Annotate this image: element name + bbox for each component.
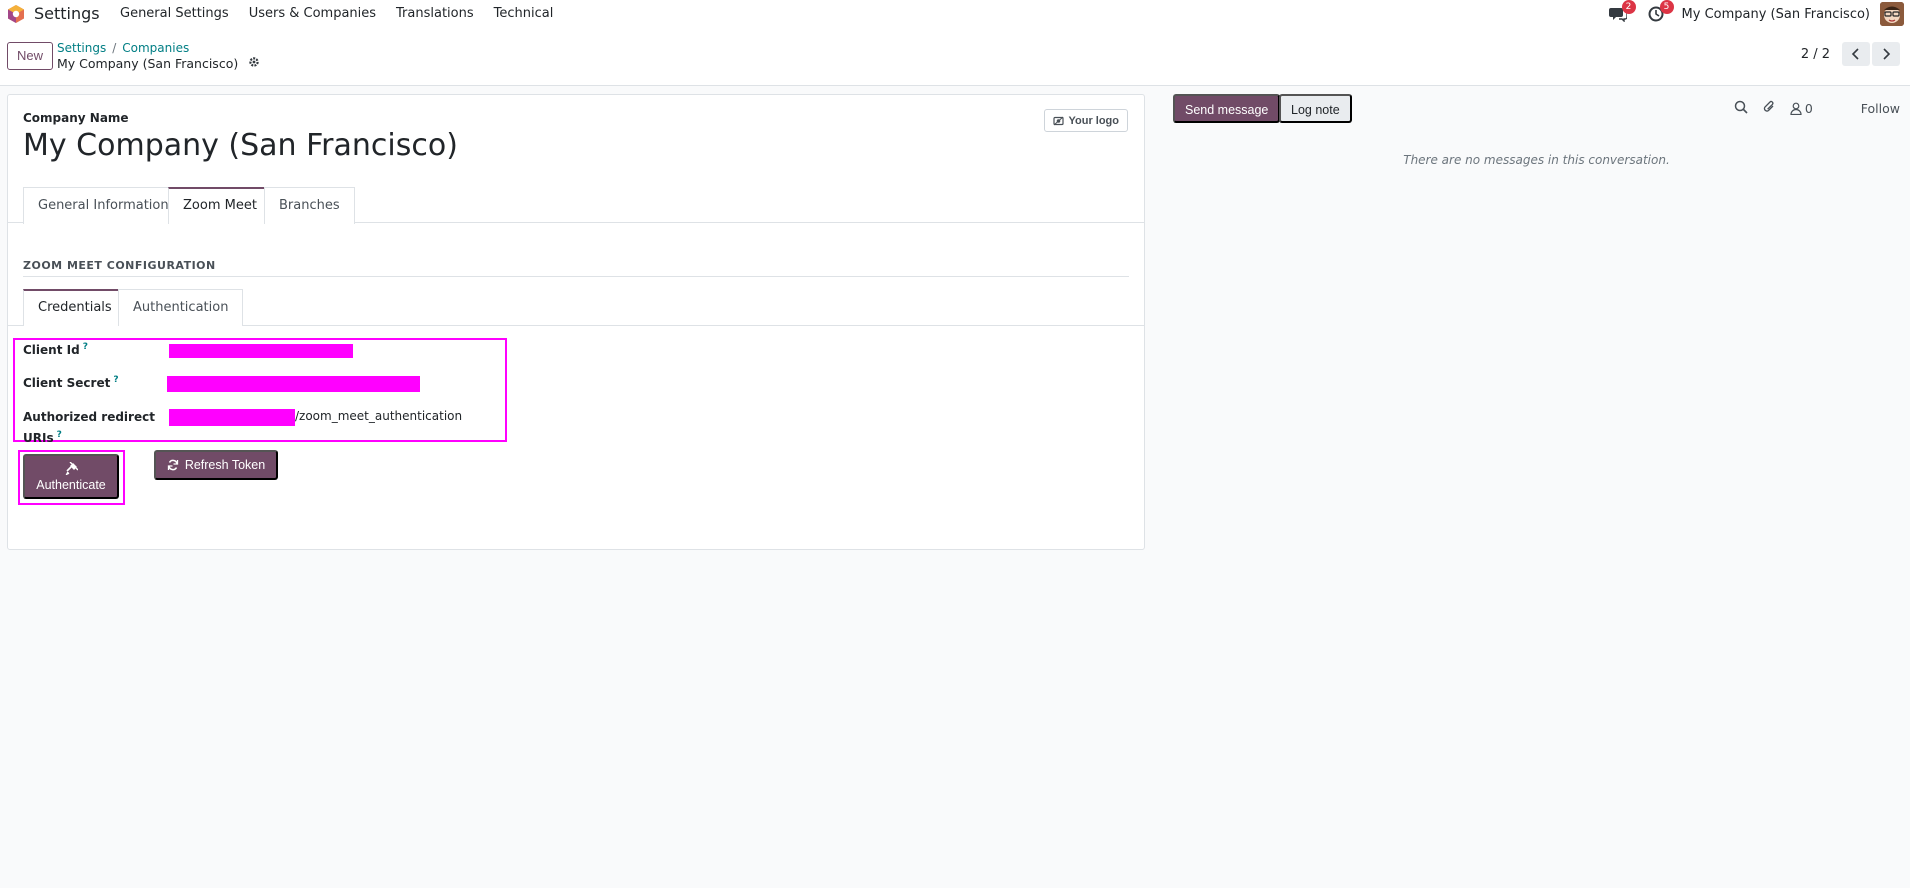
form-sheet: Company Name My Company (San Francisco) …	[7, 94, 1145, 550]
followers-count: 0	[1804, 101, 1813, 116]
client-secret-input[interactable]	[167, 376, 420, 392]
client-secret-label: Client Secret?	[23, 375, 119, 390]
followers-counter[interactable]: 0	[1790, 101, 1813, 116]
send-message-button[interactable]: Send message	[1173, 94, 1281, 123]
user-avatar[interactable]	[1880, 2, 1904, 26]
pager-previous-button[interactable]	[1842, 42, 1870, 66]
paperclip-icon[interactable]	[1762, 100, 1776, 117]
your-logo-label: Your logo	[1068, 114, 1119, 127]
tab-credentials[interactable]: Credentials	[23, 289, 127, 326]
company-name-input[interactable]: My Company (San Francisco)	[23, 128, 458, 163]
menu-users-companies[interactable]: Users & Companies	[239, 0, 386, 28]
follow-button[interactable]: Follow	[1861, 101, 1900, 116]
main-menu: General Settings Users & Companies Trans…	[110, 0, 563, 28]
redirect-uris-help[interactable]: ?	[57, 430, 62, 440]
authenticate-button[interactable]: Authenticate	[23, 454, 119, 499]
authenticate-label: Authenticate	[36, 477, 106, 492]
redirect-uris-label: Authorized redirect URIs?	[23, 408, 155, 447]
your-logo-button[interactable]: Your logo	[1044, 109, 1128, 132]
breadcrumb-companies[interactable]: Companies	[122, 41, 189, 55]
client-id-help[interactable]: ?	[83, 342, 88, 352]
app-name[interactable]: Settings	[34, 4, 100, 23]
refresh-token-label: Refresh Token	[184, 458, 266, 472]
notebook-tabs: General Information Zoom Meet Branches	[8, 187, 1144, 224]
odoo-logo-icon[interactable]	[6, 4, 26, 24]
new-button[interactable]: New	[7, 42, 54, 70]
client-id-input[interactable]	[169, 344, 353, 358]
credentials-subtabs: Credentials Authentication	[8, 289, 1144, 326]
activities-clock-icon[interactable]: 5	[1644, 0, 1674, 24]
gear-icon[interactable]	[248, 56, 260, 71]
menu-technical[interactable]: Technical	[484, 0, 564, 28]
search-icon[interactable]	[1734, 100, 1748, 117]
company-name-label: Company Name	[23, 111, 129, 125]
pager-value[interactable]: 2 / 2	[1801, 47, 1830, 62]
chatter-toolbar: 0 Follow	[1734, 100, 1900, 117]
messages-badge: 2	[1621, 0, 1636, 14]
client-id-label-text: Client Id	[23, 343, 80, 357]
activities-badge: 5	[1659, 0, 1674, 14]
breadcrumb-settings[interactable]: Settings	[57, 41, 106, 55]
redirect-uris-label-line2: URIs	[23, 431, 54, 445]
chevron-right-icon	[1883, 48, 1891, 60]
redirect-uri-host	[169, 409, 295, 426]
no-image-icon	[1053, 116, 1065, 125]
redirect-uris-label-line1: Authorized redirect	[23, 410, 155, 424]
plug-icon	[65, 461, 78, 475]
no-messages-text: There are no messages in this conversati…	[1403, 153, 1670, 167]
section-divider	[23, 276, 1129, 277]
breadcrumb: Settings / Companies	[57, 41, 189, 55]
tab-general-information[interactable]: General Information	[23, 187, 184, 224]
section-title: ZOOM MEET CONFIGURATION	[23, 259, 216, 272]
company-switcher[interactable]: My Company (San Francisco)	[1682, 7, 1870, 22]
log-note-button[interactable]: Log note	[1279, 94, 1352, 123]
record-title-text: My Company (San Francisco)	[57, 56, 239, 71]
pager: 2 / 2	[1801, 42, 1900, 66]
refresh-token-button[interactable]: Refresh Token	[154, 450, 278, 480]
menu-general-settings[interactable]: General Settings	[110, 0, 239, 28]
top-navbar: Settings General Settings Users & Compan…	[0, 0, 1910, 28]
client-id-label: Client Id?	[23, 342, 88, 357]
chevron-left-icon	[1851, 48, 1859, 60]
record-title: My Company (San Francisco)	[57, 56, 260, 71]
tab-branches[interactable]: Branches	[264, 187, 355, 224]
redirect-uri-path: /zoom_meet_authentication	[295, 409, 463, 423]
navbar-systray: 2 5 My Company (San Francisco)	[1606, 0, 1910, 28]
refresh-icon	[167, 459, 178, 471]
tab-authentication[interactable]: Authentication	[118, 289, 244, 326]
tab-zoom-meet[interactable]: Zoom Meet	[168, 187, 272, 224]
pager-next-button[interactable]	[1872, 42, 1900, 66]
client-secret-help[interactable]: ?	[113, 375, 118, 385]
control-panel: New Settings / Companies My Company (San…	[0, 28, 1910, 86]
breadcrumb-separator: /	[112, 41, 117, 55]
messages-icon[interactable]: 2	[1606, 0, 1636, 24]
user-icon	[1790, 102, 1802, 115]
menu-translations[interactable]: Translations	[386, 0, 484, 28]
client-secret-label-text: Client Secret	[23, 376, 111, 390]
